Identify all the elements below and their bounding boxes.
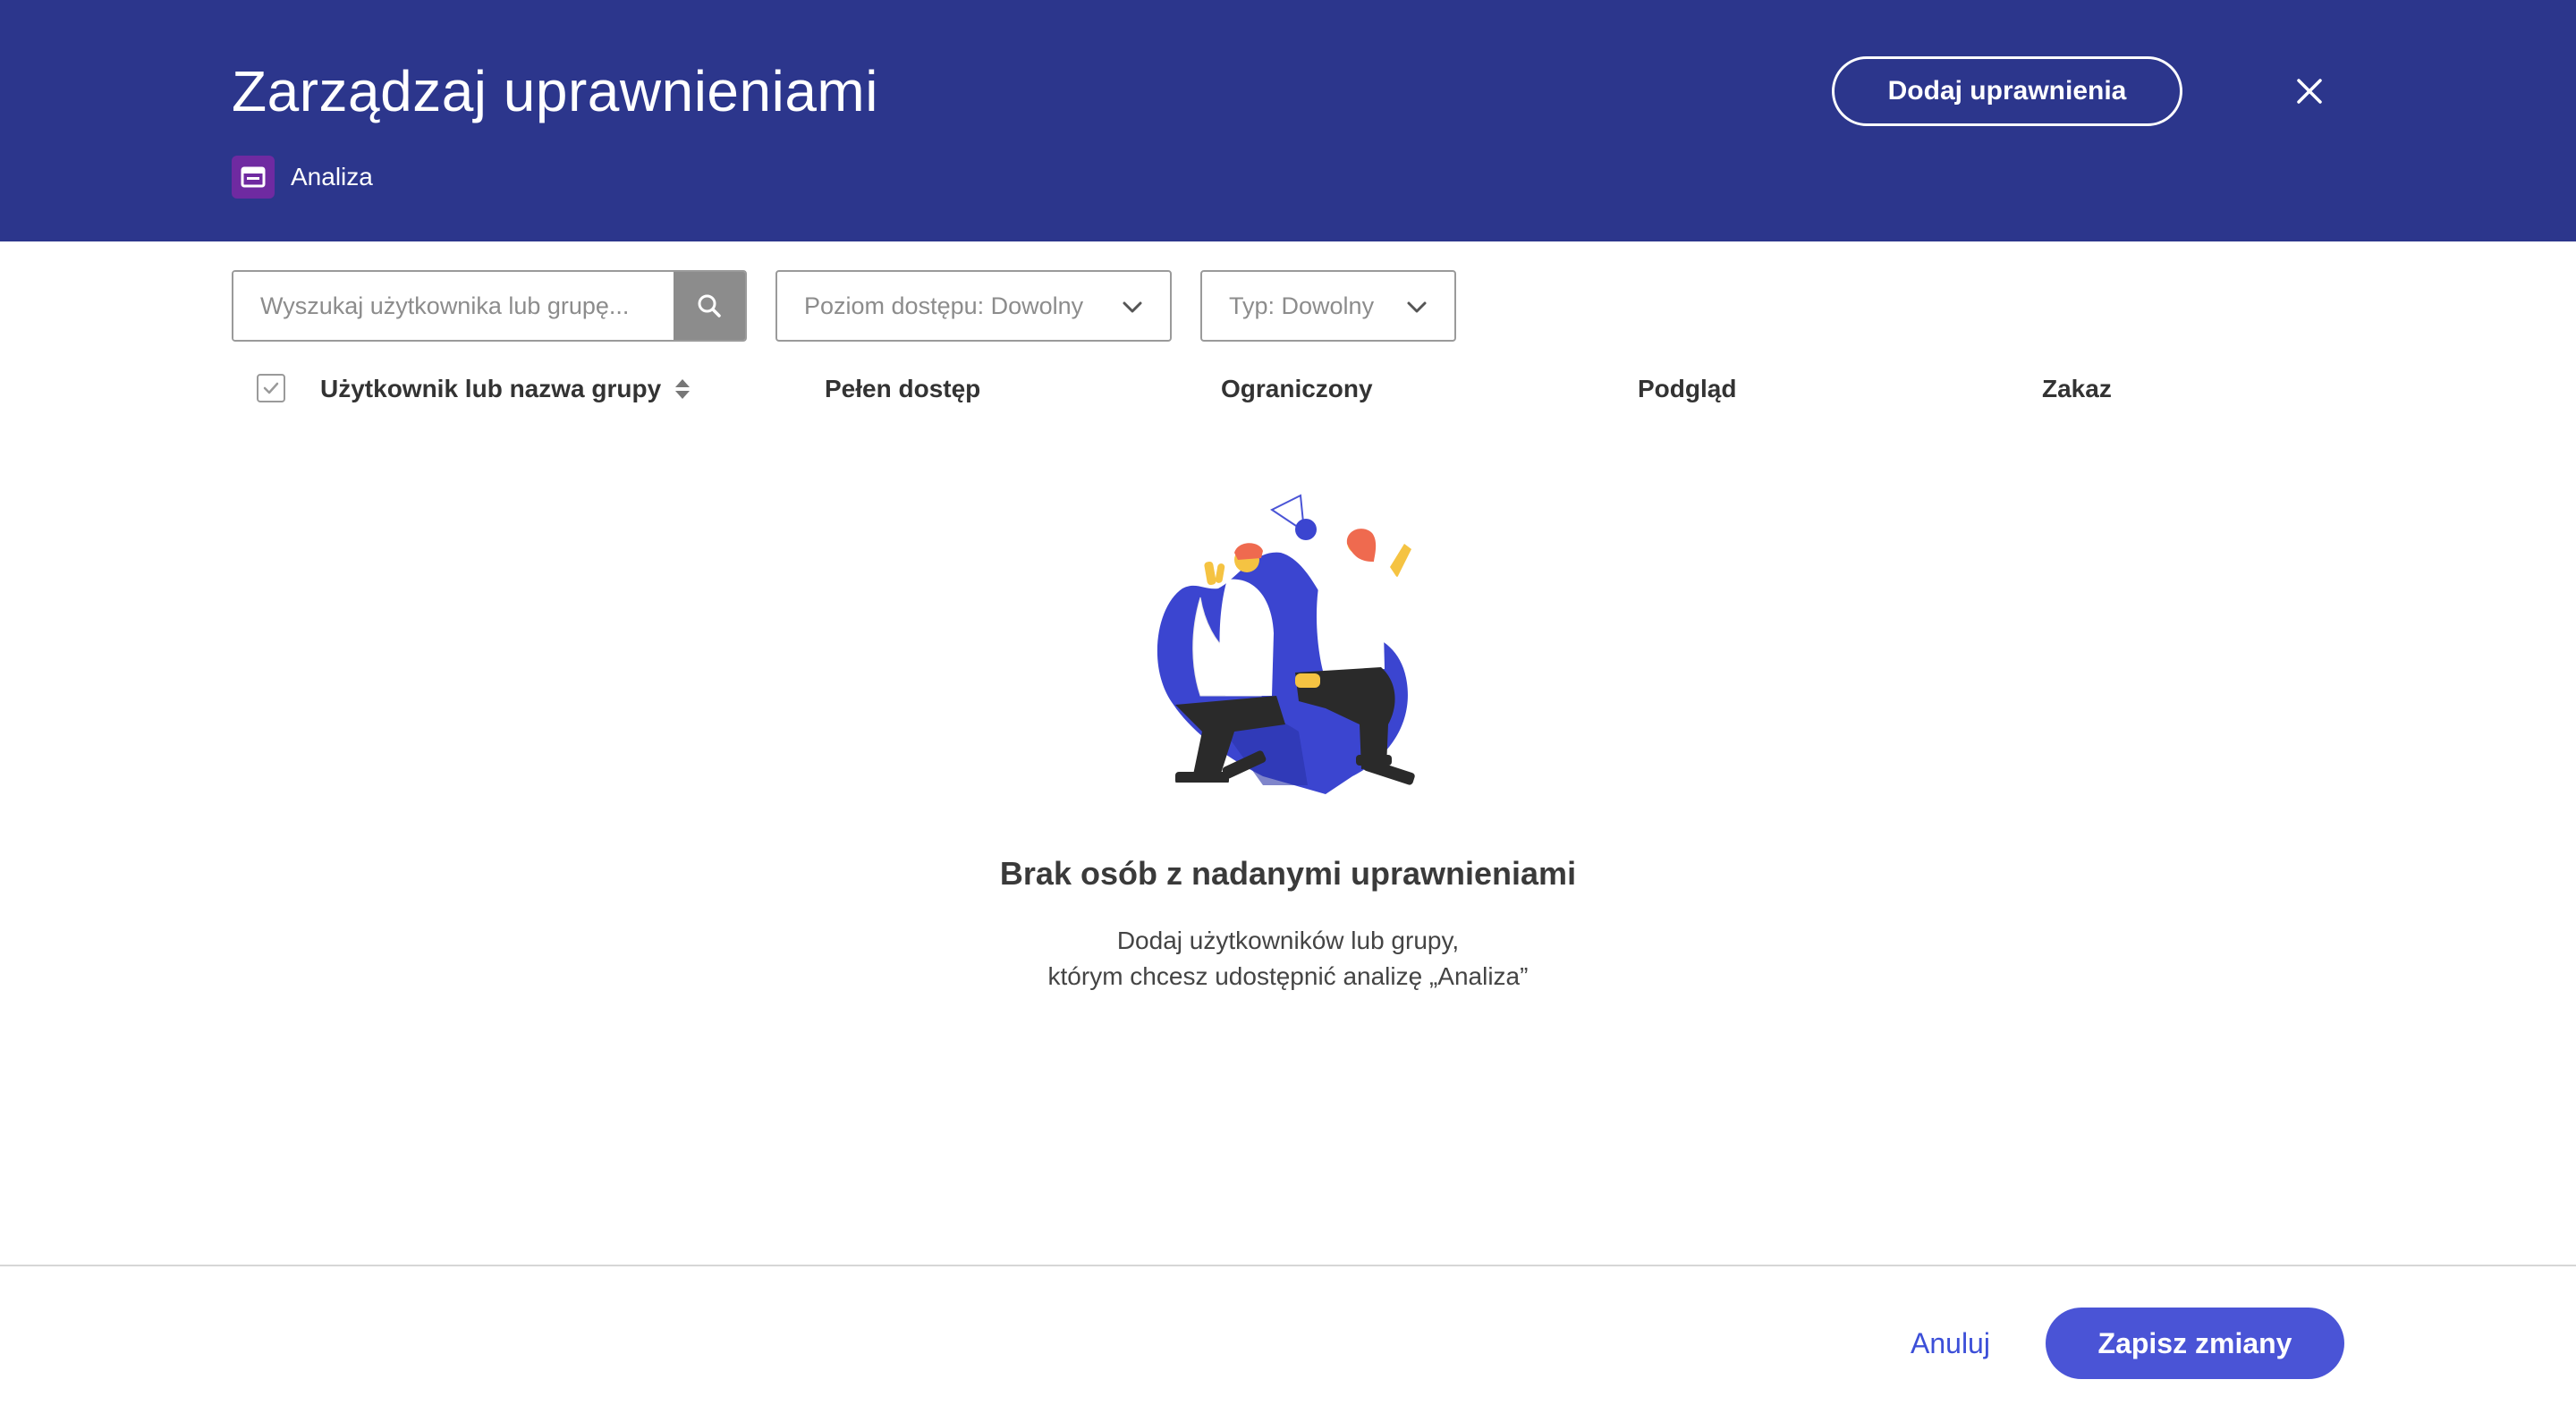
close-icon (2297, 79, 2322, 104)
checkmark-icon (263, 382, 279, 394)
close-button[interactable] (2288, 70, 2331, 113)
chevron-down-icon (1123, 301, 1142, 313)
type-select[interactable]: Typ: Dowolny (1200, 270, 1456, 342)
empty-state-title: Brak osób z nadanymi uprawnieniami (999, 855, 1577, 892)
page-title: Zarządzaj uprawnieniami (232, 59, 878, 123)
access-level-select[interactable]: Poziom dostępu: Dowolny (775, 270, 1172, 342)
select-all-checkbox[interactable] (257, 374, 285, 402)
empty-state-illustration (1157, 494, 1415, 794)
column-header-limited: Ograniczony (1221, 375, 1373, 402)
column-header-user[interactable]: Użytkownik lub nazwa grupy (320, 365, 691, 413)
search-box (232, 270, 747, 342)
search-icon (698, 294, 721, 317)
dashboard-icon (232, 156, 275, 199)
table-header: Użytkownik lub nazwa grupy Pełen dostęp … (232, 365, 2344, 413)
sort-icon[interactable] (674, 377, 691, 402)
column-header-denied: Zakaz (2042, 375, 2112, 402)
access-level-value: Poziom dostępu: Dowolny (804, 292, 1084, 319)
empty-state-description-line-2: którym chcesz udostępnić analizę „Analiz… (1047, 962, 1529, 990)
add-permissions-button[interactable]: Dodaj uprawnienia (1832, 56, 2182, 126)
empty-state-description-line-1: Dodaj użytkowników lub grupy, (1116, 927, 1460, 954)
search-input[interactable] (233, 272, 674, 340)
column-header-full-access: Pełen dostęp (825, 375, 981, 402)
column-header-preview: Podgląd (1638, 375, 1737, 402)
chevron-down-icon (1407, 301, 1427, 313)
footer-divider (0, 1265, 2576, 1266)
search-button[interactable] (674, 272, 745, 340)
dialog-header: Zarządzaj uprawnieniami Analiza Dodaj up… (0, 0, 2576, 241)
save-button[interactable]: Zapisz zmiany (2046, 1308, 2344, 1379)
breadcrumb-label: Analiza (291, 163, 373, 190)
breadcrumb: Analiza (232, 156, 373, 199)
type-value: Typ: Dowolny (1229, 292, 1375, 319)
cancel-button[interactable]: Anuluj (1905, 1309, 1996, 1377)
column-header-user-label: Użytkownik lub nazwa grupy (320, 375, 662, 402)
